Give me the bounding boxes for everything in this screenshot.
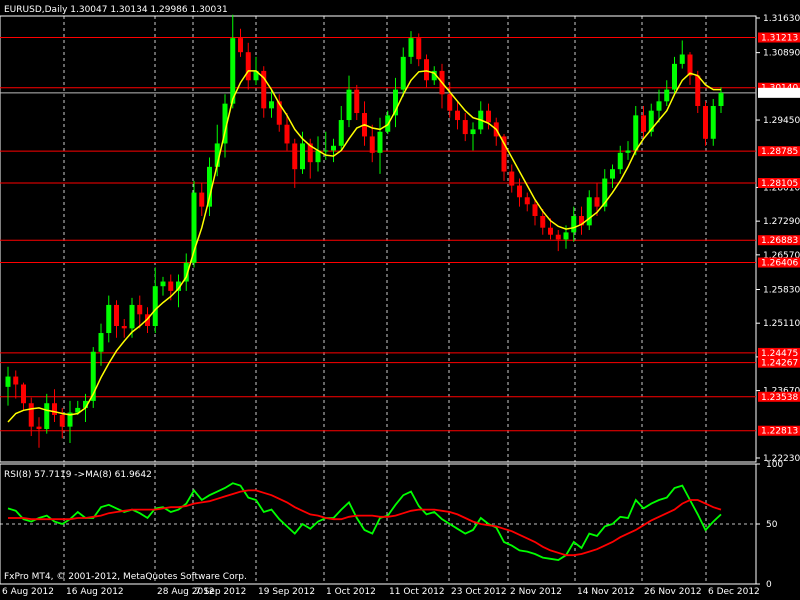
candle-body [331,145,336,151]
candle-body [400,56,406,90]
candle-body [416,38,422,60]
candle-body [269,101,274,109]
candle-body [470,129,476,135]
candle-body [121,326,127,329]
candle-body [517,185,522,198]
footer-copyright: FxPro MT4, © 2001-2012, MetaQuotes Softw… [4,572,247,582]
candle-body [664,89,670,102]
candle-body [672,63,677,90]
candle-body [641,115,646,132]
rsi-tick-label: 100 [766,460,783,470]
level-label-text: 1.28785 [761,147,798,157]
candle-body [710,106,716,139]
candle-body [679,54,685,64]
candle-body [59,414,65,427]
price-tick-label: 1.25830 [763,285,800,295]
candle-body [540,216,546,228]
candle-body [199,192,205,207]
candle-body [152,286,158,326]
chart-header: EURUSD,Daily 1.30047 1.30134 1.29986 1.3… [4,5,228,15]
candle-body [137,304,143,315]
candle-body [656,101,662,111]
candle-body [594,197,600,207]
candle-body [338,120,344,146]
candle-body [462,120,468,135]
candle-body [447,94,453,111]
level-label-text: 1.28105 [761,179,798,189]
current-price-text: 1.30031 [761,89,798,99]
candle-body [21,384,26,404]
rsi-tick-label: 0 [766,580,772,590]
candle-body [408,38,414,57]
candle-body [284,124,290,144]
chart-canvas: 1.316301.308901.294501.280101.272901.265… [0,0,800,600]
candle-body [718,92,724,106]
date-tick-label: 23 Oct 2012 [451,587,507,597]
price-tick-label: 1.27290 [763,217,800,227]
date-tick-label: 16 Aug 2012 [66,587,124,597]
date-tick-label: 6 Dec 2012 [708,587,760,597]
candle-body [532,204,538,216]
candle-body [114,304,119,326]
date-tick-label: 1 Oct 2012 [326,587,376,597]
candle-body [571,216,577,233]
date-tick-label: 14 Nov 2012 [577,587,635,597]
candle-body [695,75,701,106]
candle-body [160,281,166,287]
level-label-text: 1.22813 [761,427,798,437]
candle-body [300,143,305,170]
date-tick-label: 6 Aug 2012 [2,587,54,597]
candle-body [586,197,592,226]
level-label-text: 1.31213 [761,34,798,44]
candle-body [44,403,50,429]
price-tick-label: 1.29450 [763,116,800,126]
date-tick-label: 11 Oct 2012 [389,587,445,597]
candle-body [486,110,491,123]
candle-body [292,143,298,170]
rsi-tick-label: 50 [766,520,778,530]
candle-body [633,115,639,151]
candle-body [555,234,561,240]
price-tick-label: 1.31630 [763,14,800,24]
candle-body [509,171,515,186]
level-label-text: 1.26406 [761,259,798,269]
candle-body [238,38,243,53]
candle-body [13,376,19,385]
candle-body [5,376,11,387]
candle-body [377,131,383,153]
candle-body [106,304,112,334]
candle-body [703,106,708,139]
candle-body [354,89,360,114]
candle-body [98,333,104,352]
candle-body [36,426,42,429]
date-tick-label: 7 Sep 2012 [195,587,246,597]
candle-body [346,89,352,121]
date-tick-label: 19 Sep 2012 [258,587,315,597]
candle-body [168,281,174,291]
level-label-text: 1.24267 [761,359,798,369]
candle-body [245,52,251,81]
level-label-text: 1.24475 [761,349,798,359]
candle-body [323,150,329,152]
rsi-title: RSI(8) 57.7119 ->MA(8) 61.9642 [4,470,152,480]
candle-body [610,169,615,179]
candle-body [687,54,693,76]
candle-body [52,403,57,415]
candle-body [617,152,623,170]
date-tick-label: 2 Nov 2012 [510,587,562,597]
candle-body [455,110,460,121]
candle-body [369,136,375,153]
price-tick-label: 1.30890 [763,49,800,59]
level-label-text: 1.23538 [761,393,798,403]
candle-body [548,227,553,235]
candle-body [563,232,569,240]
date-tick-label: 26 Nov 2012 [644,587,702,597]
candle-body [129,304,135,329]
candle-body [524,197,530,205]
candle-body [424,59,429,81]
level-label-text: 1.26883 [761,236,798,246]
candle-body [28,403,34,427]
price-tick-label: 1.25110 [763,319,800,329]
candle-body [625,150,631,153]
